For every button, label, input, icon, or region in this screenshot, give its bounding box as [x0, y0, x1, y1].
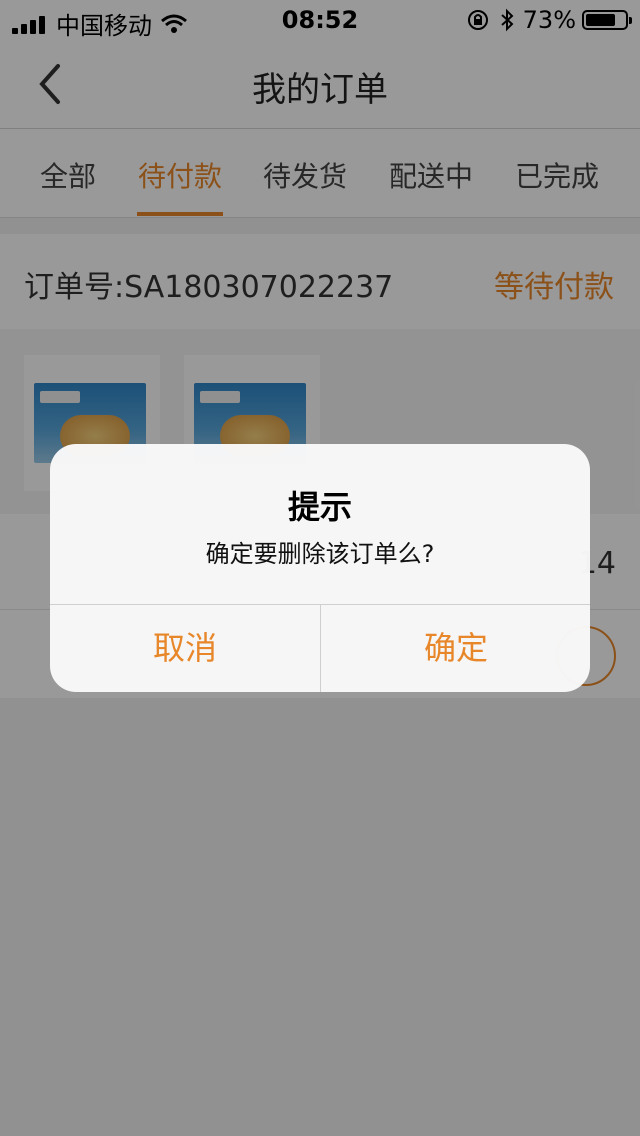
cancel-button[interactable]: 取消: [50, 605, 320, 692]
confirm-button[interactable]: 确定: [321, 605, 590, 692]
confirm-delete-dialog: 提示 确定要删除该订单么? 取消 确定: [50, 444, 590, 692]
screen: 中国移动 08:52 73% 我的订单 全部 待付款 待发货 配送中 已完成 订…: [0, 0, 640, 1136]
dialog-message: 确定要删除该订单么?: [205, 540, 435, 568]
dialog-title: 提示: [287, 488, 352, 526]
